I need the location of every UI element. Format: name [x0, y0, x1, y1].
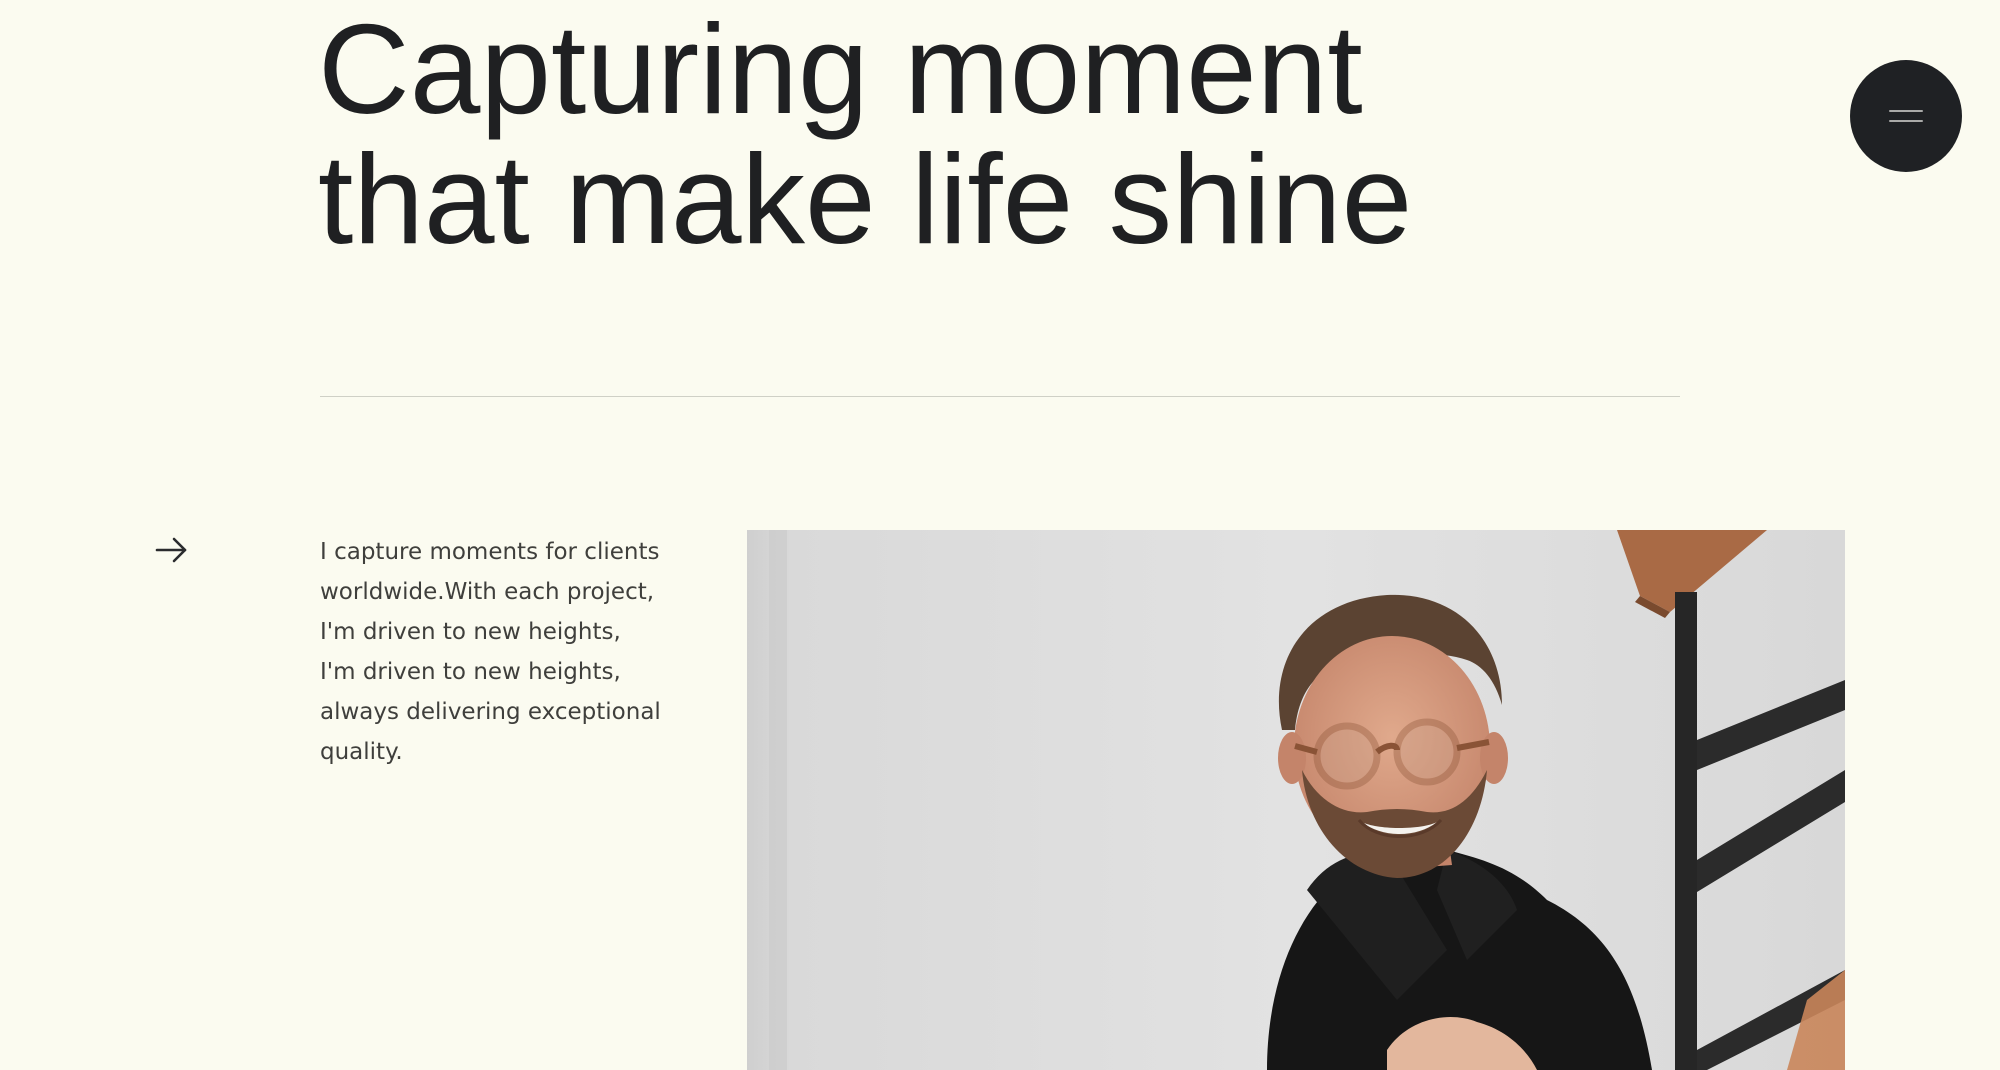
intro-line: I capture moments for clients — [320, 539, 660, 565]
hero-title: Capturing moment that make life shine — [318, 4, 1412, 264]
portrait-photo — [747, 530, 1845, 1070]
arrow-right-icon — [155, 537, 187, 563]
intro-line: quality. — [320, 739, 403, 765]
menu-button[interactable] — [1850, 60, 1962, 172]
hero-title-line-2: that make life shine — [318, 128, 1413, 270]
hamburger-icon — [1889, 110, 1923, 122]
intro-line: I'm driven to new heights, — [320, 659, 621, 685]
intro-line: worldwide.With each project, — [320, 579, 655, 605]
portrait-illustration — [747, 530, 1845, 1070]
intro-line: always delivering exceptional — [320, 699, 661, 725]
page: Capturing moment that make life shine I … — [0, 0, 2000, 1070]
section-divider — [320, 396, 1680, 397]
intro-line: I'm driven to new heights, — [320, 619, 621, 645]
hero-title-line-1: Capturing moment — [318, 0, 1363, 140]
intro-paragraph: I capture moments for clients worldwide.… — [320, 532, 680, 772]
